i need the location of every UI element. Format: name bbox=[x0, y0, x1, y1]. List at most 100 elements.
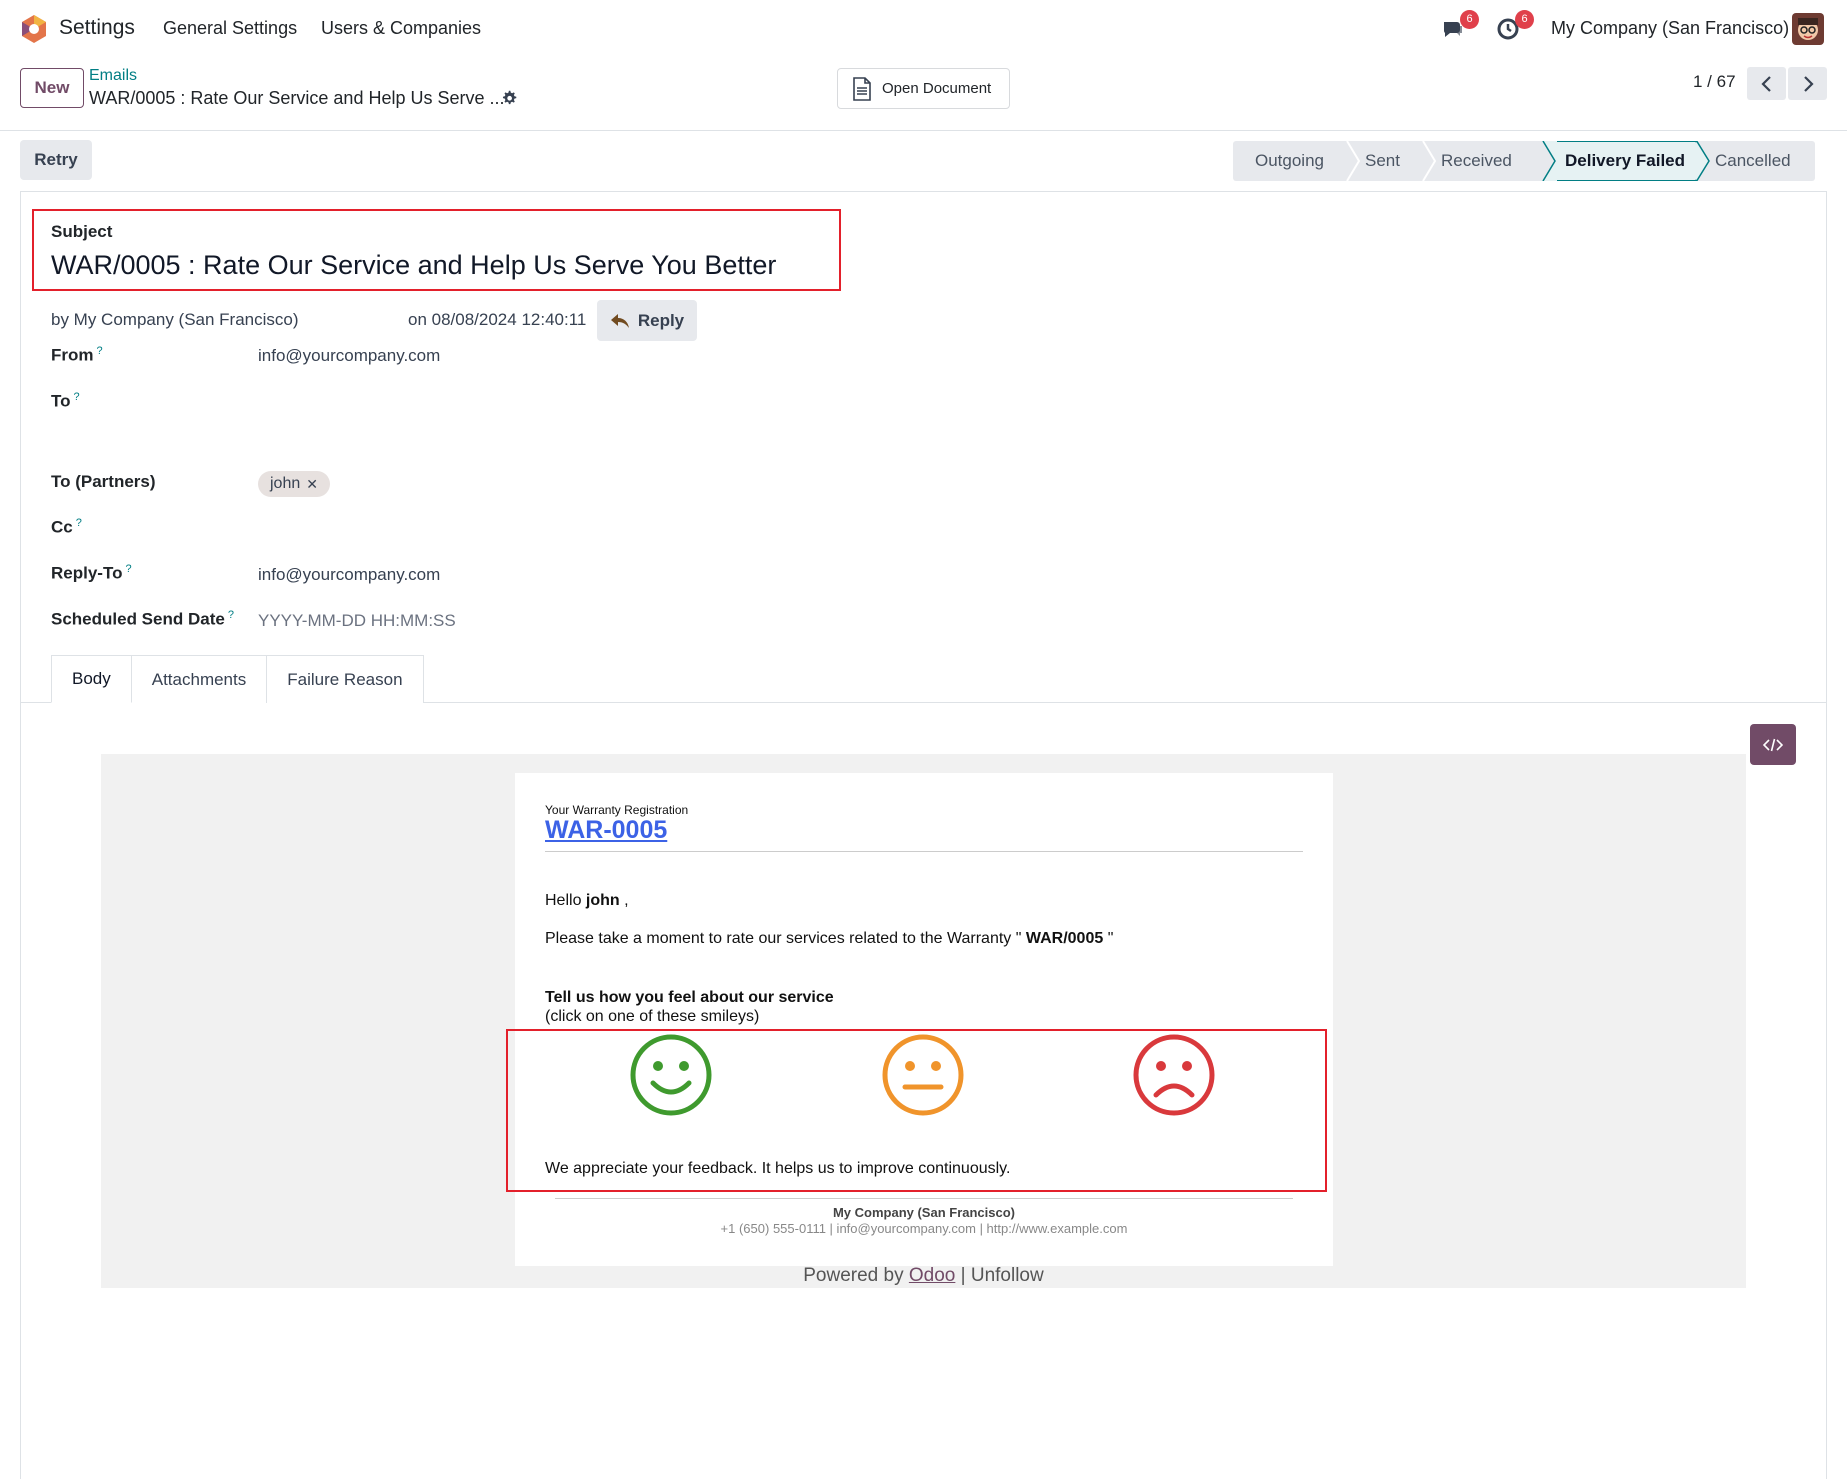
rate-text-suffix: " bbox=[1107, 930, 1114, 947]
footer-divider bbox=[555, 1198, 1293, 1199]
stage-label: Outgoing bbox=[1255, 151, 1324, 170]
menu-users-companies[interactable]: Users & Companies bbox=[321, 18, 481, 39]
greeting: Hello john , bbox=[545, 892, 629, 910]
email-preview: Your Warranty Registration WAR-0005 Hell… bbox=[515, 773, 1333, 1266]
breadcrumb-emails[interactable]: Emails bbox=[89, 67, 137, 85]
subject-value[interactable]: WAR/0005 : Rate Our Service and Help Us … bbox=[51, 250, 776, 281]
messages-button[interactable]: 6 bbox=[1441, 10, 1479, 42]
pager-previous-button[interactable] bbox=[1747, 67, 1786, 100]
tab-failure-reason[interactable]: Failure Reason bbox=[266, 655, 424, 703]
chevron-right-icon bbox=[1803, 75, 1814, 92]
activities-button[interactable]: 6 bbox=[1496, 10, 1534, 42]
top-navbar: Settings General Settings Users & Compan… bbox=[0, 0, 1847, 56]
rate-request: Please take a moment to rate our service… bbox=[545, 930, 1113, 948]
to-partners-label: To (Partners) bbox=[51, 472, 156, 491]
scheduled-date-input[interactable]: YYYY-MM-DD HH:MM:SS bbox=[258, 611, 456, 631]
from-value[interactable]: info@yourcompany.com bbox=[258, 346, 440, 366]
reply-to-label: Reply-To? bbox=[51, 563, 132, 584]
company-switcher[interactable]: My Company (San Francisco) bbox=[1551, 18, 1789, 39]
odoo-link[interactable]: Odoo bbox=[909, 1265, 955, 1286]
reply-to-label-text: Reply-To bbox=[51, 563, 123, 583]
stage-separator bbox=[1345, 141, 1361, 181]
to-label-text: To bbox=[51, 391, 71, 411]
tab-body[interactable]: Body bbox=[51, 655, 132, 703]
unfollow-link[interactable]: Unfollow bbox=[971, 1265, 1044, 1286]
statusbar: Outgoing Sent Received Delivery Failed C… bbox=[1233, 141, 1815, 181]
open-document-label: Open Document bbox=[882, 80, 992, 97]
partner-tag[interactable]: john ✕ bbox=[258, 471, 330, 497]
email-header-label: Your Warranty Registration bbox=[545, 803, 689, 817]
help-icon[interactable]: ? bbox=[125, 563, 131, 575]
help-icon[interactable]: ? bbox=[74, 391, 80, 403]
powered-by-line: Powered by Odoo | Unfollow bbox=[101, 1265, 1746, 1287]
stage-label: Received bbox=[1441, 151, 1512, 170]
cc-label: Cc? bbox=[51, 517, 82, 538]
reply-icon bbox=[610, 313, 629, 328]
greeting-comma: , bbox=[624, 892, 629, 909]
remove-tag-icon[interactable]: ✕ bbox=[306, 476, 318, 493]
chevron-left-icon bbox=[1760, 75, 1771, 92]
open-document-button[interactable]: Open Document bbox=[837, 68, 1010, 109]
breadcrumb-current: WAR/0005 : Rate Our Service and Help Us … bbox=[89, 88, 505, 108]
author-text: by My Company (San Francisco) bbox=[51, 310, 299, 329]
cc-label-text: Cc bbox=[51, 517, 73, 537]
help-icon[interactable]: ? bbox=[97, 345, 103, 357]
activities-badge: 6 bbox=[1515, 10, 1534, 29]
help-icon[interactable]: ? bbox=[76, 517, 82, 529]
scheduled-date-label-text: Scheduled Send Date bbox=[51, 609, 225, 629]
stage-label: Delivery Failed bbox=[1565, 151, 1686, 170]
feel-hint: (click on one of these smileys) bbox=[545, 1008, 760, 1025]
stage-delivery-failed[interactable]: Delivery Failed bbox=[1557, 141, 1695, 181]
retry-button[interactable]: Retry bbox=[20, 140, 92, 180]
rate-text-prefix: Please take a moment to rate our service… bbox=[545, 930, 1022, 947]
from-label: From? bbox=[51, 345, 103, 366]
control-panel: New Emails WAR/0005 : Rate Our Service a… bbox=[0, 56, 1847, 131]
tab-label: Body bbox=[72, 669, 111, 688]
email-divider bbox=[545, 851, 1303, 852]
rate-ref: WAR/0005 bbox=[1025, 930, 1104, 947]
stage-cancelled[interactable]: Cancelled bbox=[1711, 141, 1815, 181]
warranty-reference-link[interactable]: WAR-0005 bbox=[545, 816, 667, 845]
user-avatar[interactable] bbox=[1792, 13, 1824, 45]
reply-label: Reply bbox=[637, 310, 685, 330]
to-label: To? bbox=[51, 391, 80, 412]
help-icon[interactable]: ? bbox=[228, 609, 234, 621]
subject-label: Subject bbox=[51, 222, 113, 241]
stage-separator bbox=[1421, 141, 1437, 181]
footer-company: My Company (San Francisco) bbox=[832, 1205, 1016, 1220]
partner-tag-label: john bbox=[270, 475, 301, 492]
gear-icon[interactable] bbox=[500, 89, 518, 107]
pager-next-button[interactable] bbox=[1788, 67, 1827, 100]
stage-received[interactable]: Received bbox=[1437, 141, 1541, 181]
tab-label: Failure Reason bbox=[287, 669, 403, 689]
from-label-text: From bbox=[51, 345, 94, 365]
scheduled-date-label: Scheduled Send Date? bbox=[51, 609, 234, 630]
reply-to-value[interactable]: info@yourcompany.com bbox=[258, 565, 440, 585]
footer-contact: +1 (650) 555-0111 | info@yourcompany.com… bbox=[720, 1221, 1128, 1236]
document-icon bbox=[853, 76, 871, 101]
code-view-button[interactable] bbox=[1750, 724, 1796, 765]
reply-button[interactable]: Reply bbox=[597, 300, 697, 341]
powered-separator: | bbox=[960, 1265, 966, 1286]
stage-label: Sent bbox=[1365, 151, 1400, 170]
tab-attachments[interactable]: Attachments bbox=[130, 655, 268, 703]
new-button[interactable]: New bbox=[20, 68, 84, 108]
stage-outgoing[interactable]: Outgoing bbox=[1233, 141, 1345, 181]
app-name[interactable]: Settings bbox=[59, 16, 135, 40]
stage-separator-active bbox=[1541, 141, 1557, 181]
greeting-name: john bbox=[585, 892, 620, 909]
stage-separator-active bbox=[1695, 141, 1711, 181]
feel-title: Tell us how you feel about our service bbox=[545, 989, 834, 1006]
notebook-tabs: Body Attachments Failure Reason bbox=[51, 655, 424, 703]
menu-general-settings[interactable]: General Settings bbox=[163, 18, 297, 39]
powered-by-text: Powered by bbox=[803, 1265, 904, 1286]
code-icon bbox=[1763, 738, 1783, 751]
tab-label: Attachments bbox=[151, 669, 247, 689]
odoo-logo-icon[interactable] bbox=[20, 14, 48, 44]
greeting-hello: Hello bbox=[545, 892, 582, 909]
date-text: on 08/08/2024 12:40:11 bbox=[408, 310, 587, 329]
stage-sent[interactable]: Sent bbox=[1361, 141, 1421, 181]
pager-value[interactable]: 1 / 67 bbox=[1693, 72, 1736, 92]
stage-label: Cancelled bbox=[1715, 151, 1791, 170]
smileys-highlight-box bbox=[506, 1029, 1327, 1192]
